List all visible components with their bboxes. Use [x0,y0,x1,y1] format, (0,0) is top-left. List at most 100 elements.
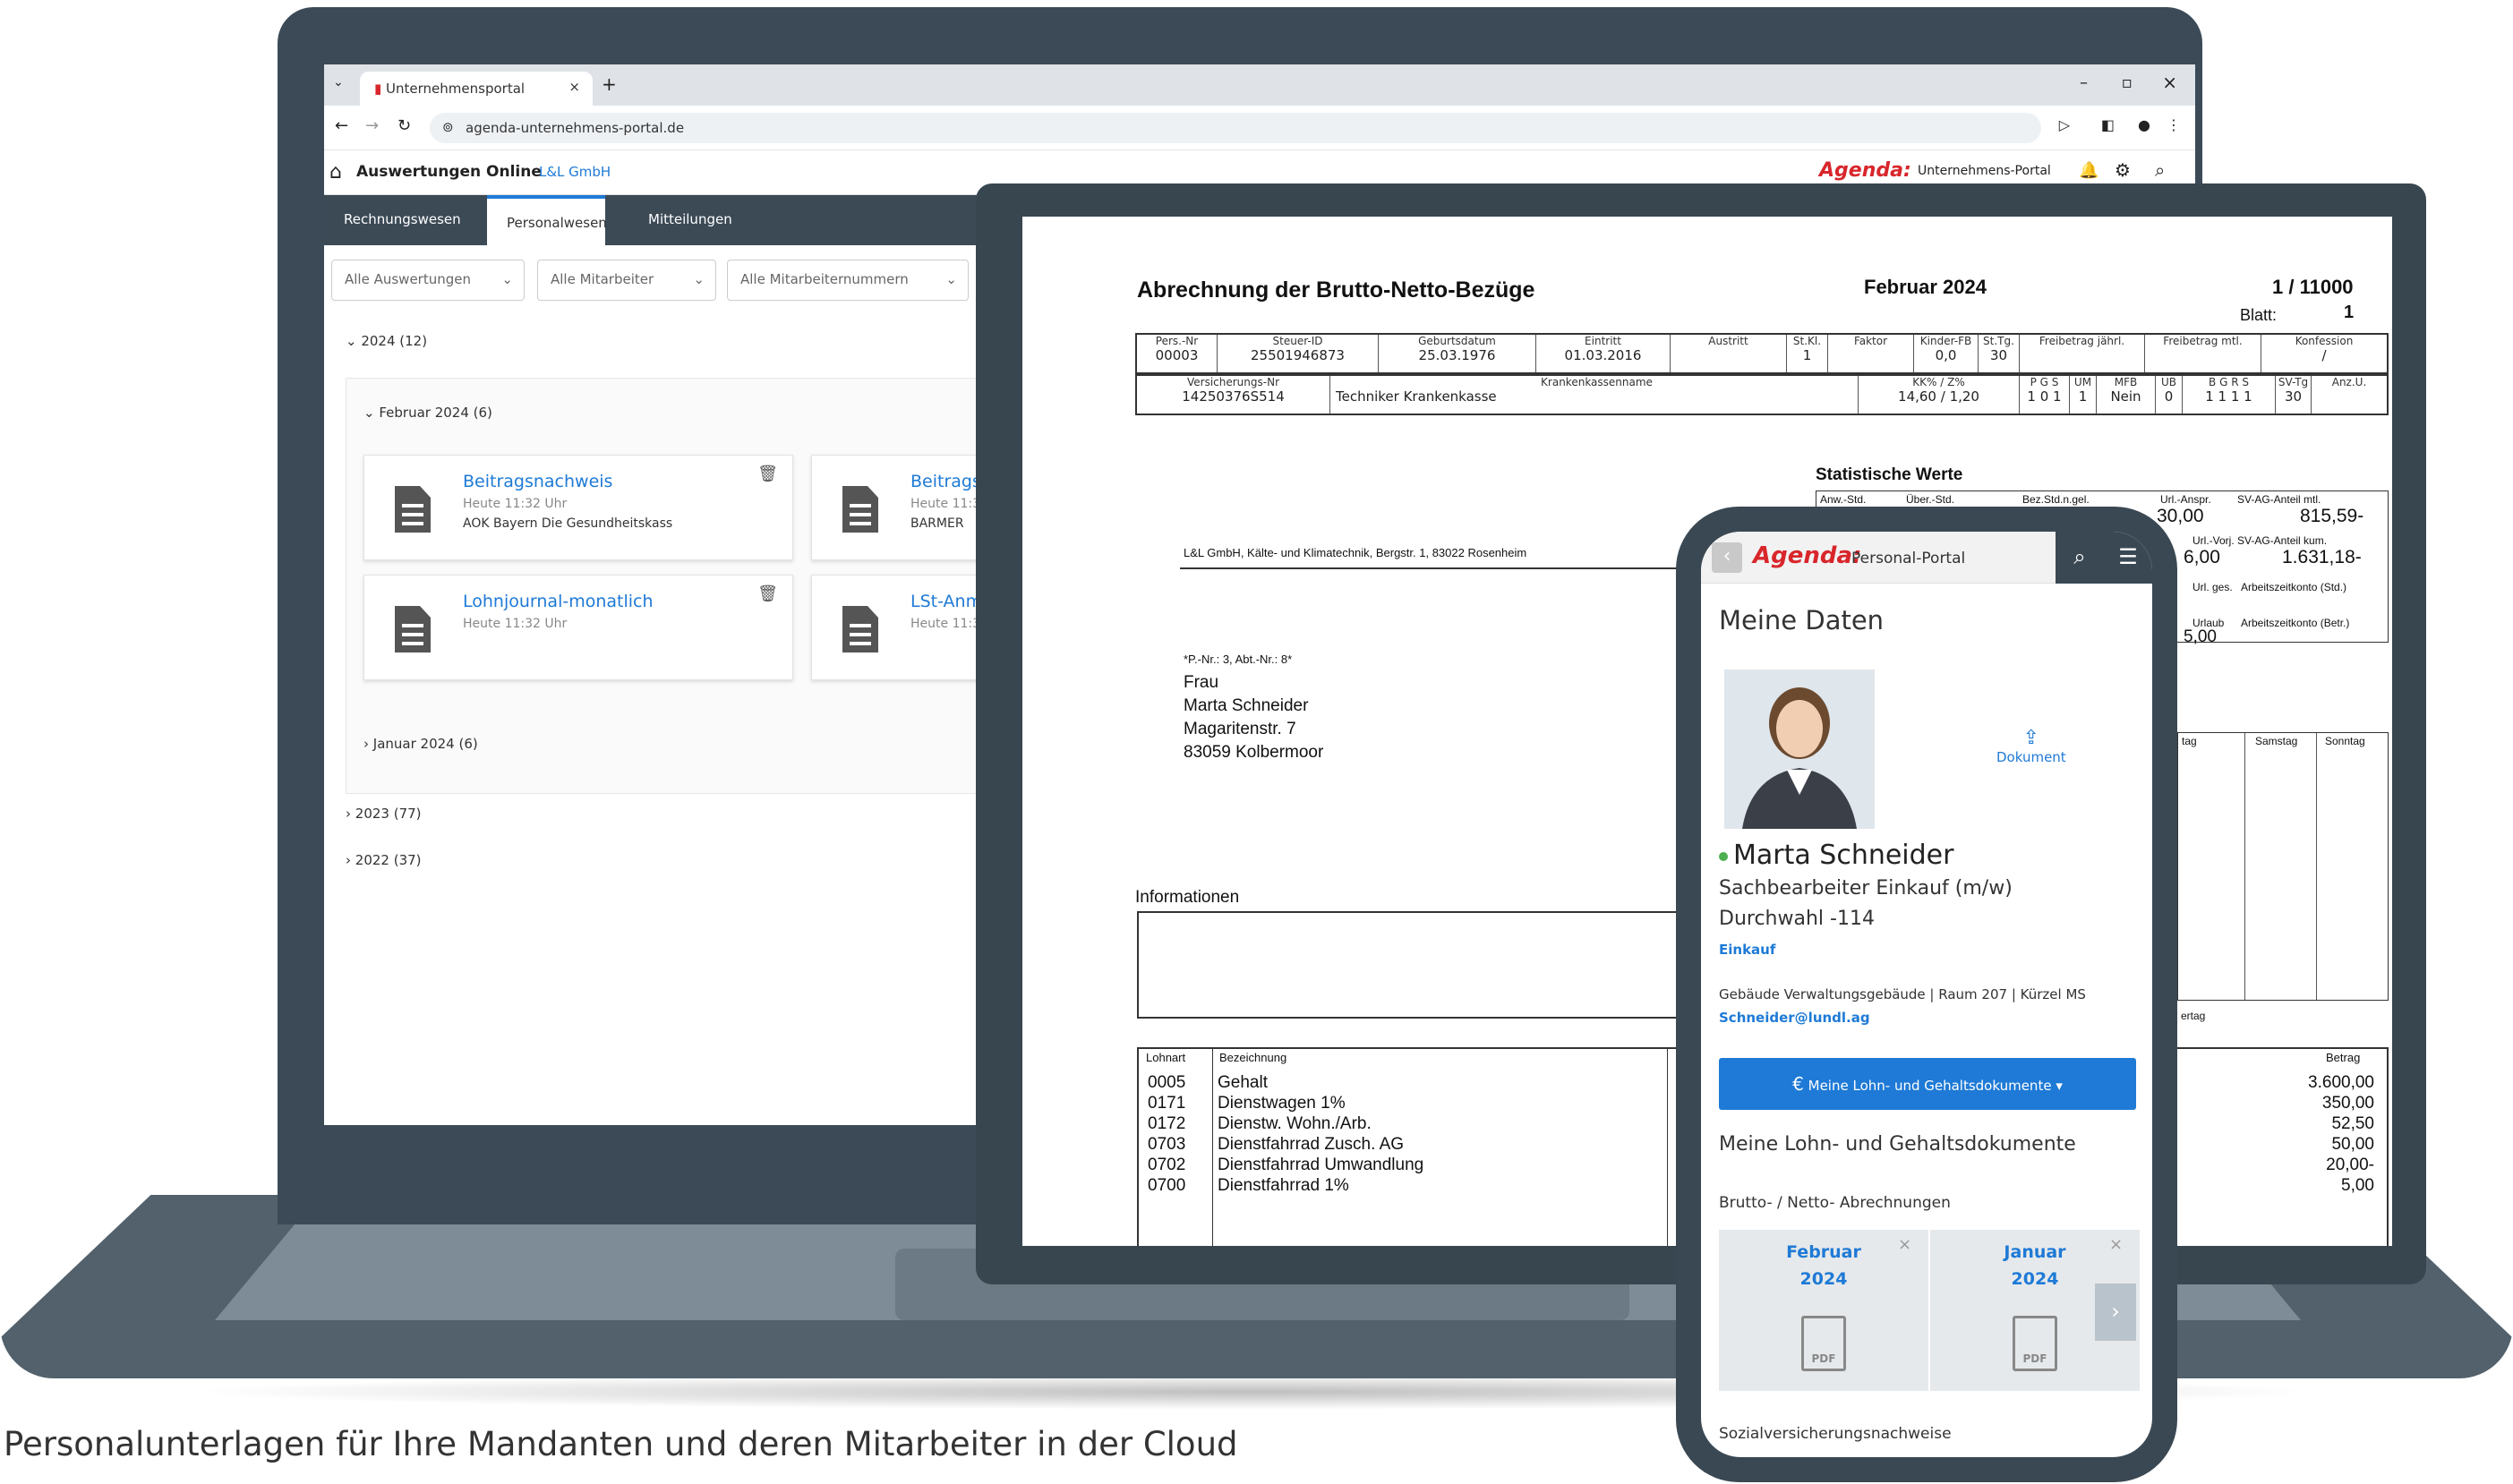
url-input[interactable]: ⊚ agenda-unternehmens-portal.de [430,113,2041,143]
payslip-title: Abrechnung der Brutto-Netto-Bezüge [1137,277,1535,303]
trash-icon[interactable]: 🗑 [757,584,778,603]
wage-amount: 20,00- [2326,1156,2374,1174]
group-feb-2024[interactable]: ⌄ Februar 2024 (6) [363,405,492,421]
menu-icon[interactable]: ☰ [2104,532,2152,584]
site-info-icon[interactable]: ⊚ [442,119,454,135]
stat-value: 815,59- [2300,506,2364,526]
employee-department[interactable]: Einkauf [1719,942,1775,958]
wage-codes: 0005 0171 0172 0703 0702 0700 [1148,1072,1185,1196]
wage-code: 0171 [1148,1094,1186,1113]
employee-email[interactable]: Schneider@lundl.ag [1719,1010,1870,1026]
field-label: Anz.U. [2331,376,2367,388]
profile-icon[interactable]: ● [2138,116,2150,133]
cast-icon[interactable]: ▷ [2059,116,2070,133]
sender-rule [1180,567,1681,569]
close-window-icon[interactable]: × [2162,72,2177,93]
employee-role: Sachbearbeiter Einkauf (m/w) [1719,877,2013,900]
back-icon[interactable]: ← [335,116,348,135]
field-value: 1 [2078,388,2088,405]
stat-title: Statistische Werte [1816,465,1963,484]
tile-close-icon[interactable]: × [1898,1235,1911,1254]
document-icon [395,486,431,533]
document-icon [842,486,878,533]
phone-screen: ‹ Agenda: Personal-Portal ⌕ ☰ Meine Date… [1701,532,2152,1457]
caret-down-icon: ▾ [2056,1078,2063,1094]
field-value: Nein [2110,388,2141,405]
address-line: Marta Schneider [1184,696,1309,715]
forward-icon[interactable]: → [365,116,379,135]
tab-rechnungswesen[interactable]: Rechnungswesen [324,195,481,245]
field-label: Krankenkassenname [1541,376,1653,388]
search-icon[interactable]: ⌕ [2056,532,2104,584]
pdf-label: PDF [1811,1352,1836,1365]
payslip-tile[interactable]: Februar 2024 × PDF [1719,1230,1928,1391]
address-line: 83059 Kolbermoor [1184,743,1324,762]
minimize-icon[interactable]: – [2080,73,2088,92]
next-arrow-button[interactable]: › [2095,1284,2136,1341]
doc-card[interactable]: Beitragsnachweis Heute 11:32 Uhr AOK Bay… [363,455,793,560]
group-2024[interactable]: ⌄ 2024 (12) [346,333,427,349]
lines-header-amount: Betrag [2326,1051,2361,1064]
field-value: 0 [2164,388,2174,405]
footer-section-label: Sozialversicherungsnachweise [1719,1425,1952,1443]
upload-icon: ⇪ [2022,727,2040,749]
group-label: 2024 (12) [361,333,428,349]
stat-label: SV-AG-Anteil kum. [2237,534,2328,547]
wage-desc: Dienstwagen 1% [1218,1094,1346,1113]
avatar [1724,670,1875,829]
sender-line: L&L GmbH, Kälte- und Klimatechnik, Bergs… [1184,546,1527,559]
filter-auswertungen[interactable]: Alle Auswertungen ⌄ [331,260,525,301]
field-value: 00003 [1155,347,1199,363]
trash-icon[interactable]: 🗑 [757,465,778,483]
sidepanel-icon[interactable]: ◧ [2101,116,2115,133]
phone-header: ‹ Agenda: Personal-Portal ⌕ ☰ [1701,532,2152,584]
tab-close-icon[interactable]: × [568,79,580,95]
group-label: 2023 (77) [355,806,422,822]
field-value: 30 [1989,347,2008,363]
stat-value: 5,00 [2184,627,2217,646]
chevron-down-icon: ⌄ [501,271,513,287]
group-jan-2024[interactable]: › Januar 2024 (6) [363,736,478,752]
group-2022[interactable]: › 2022 (37) [346,852,422,868]
doc-title[interactable]: Lohnjournal-monatlich [463,592,654,611]
wage-code: 0703 [1148,1135,1186,1154]
filter-label: Alle Mitarbeiter [551,271,654,287]
field-label: Eintritt [1585,335,1621,347]
search-icon[interactable]: ⌕ [2155,159,2165,181]
field-label: MFB [2114,376,2138,388]
doc-title[interactable]: Beitragsnachweis [463,472,612,491]
field-value: 01.03.2016 [1564,347,1642,363]
reload-icon[interactable]: ↻ [397,116,411,135]
tab-menu-icon[interactable]: ⌄ [333,75,344,90]
filter-mitarbeiternummern[interactable]: Alle Mitarbeiternummern ⌄ [727,260,969,301]
bell-icon[interactable]: 🔔 [2079,161,2098,180]
doc-card[interactable]: Lohnjournal-monatlich Heute 11:32 Uhr 🗑 [363,575,793,680]
doc-time: Heute 11:3 [910,617,981,631]
stat-label: Arbeitszeitkonto (Betr.) [2241,617,2350,629]
field-value: 30 [2284,388,2303,405]
filter-mitarbeiter[interactable]: Alle Mitarbeiter ⌄ [537,260,716,301]
gear-icon[interactable]: ⚙ [2115,159,2131,181]
chevron-down-icon: ⌄ [693,271,705,287]
wage-amount: 5,00 [2341,1176,2374,1195]
upload-document-button[interactable]: ⇪ Dokument [1996,727,2066,765]
company-name[interactable]: L&L GmbH [539,164,611,180]
wage-amount: 350,00 [2321,1094,2374,1113]
browser-menu-icon[interactable]: ⋮ [2167,116,2181,133]
back-button[interactable]: ‹ [1712,542,1742,573]
group-2023[interactable]: › 2023 (77) [346,806,422,822]
tab-personalwesen[interactable]: Personalwesen [487,195,607,245]
calendar-header: Samstag [2255,735,2298,747]
browser-tab[interactable]: ▮ Unternehmensportal × [360,72,593,106]
new-tab-button[interactable]: + [602,73,617,95]
tab-mitteilungen[interactable]: Mitteilungen [628,195,752,245]
maximize-icon[interactable]: ▫ [2122,73,2133,92]
stat-header: SV-AG-Anteil mtl. [2237,493,2321,506]
employee-phone: Durchwahl -114 [1719,908,1875,930]
tile-close-icon[interactable]: × [2109,1235,2123,1254]
home-icon[interactable]: ⌂ [329,161,342,183]
employee-name: Marta Schneider [1733,840,1954,871]
document-icon [395,606,431,652]
stat-value: 30,00 [2157,506,2204,526]
documents-dropdown-button[interactable]: € Meine Lohn- und Gehaltsdokumente ▾ [1719,1058,2136,1110]
